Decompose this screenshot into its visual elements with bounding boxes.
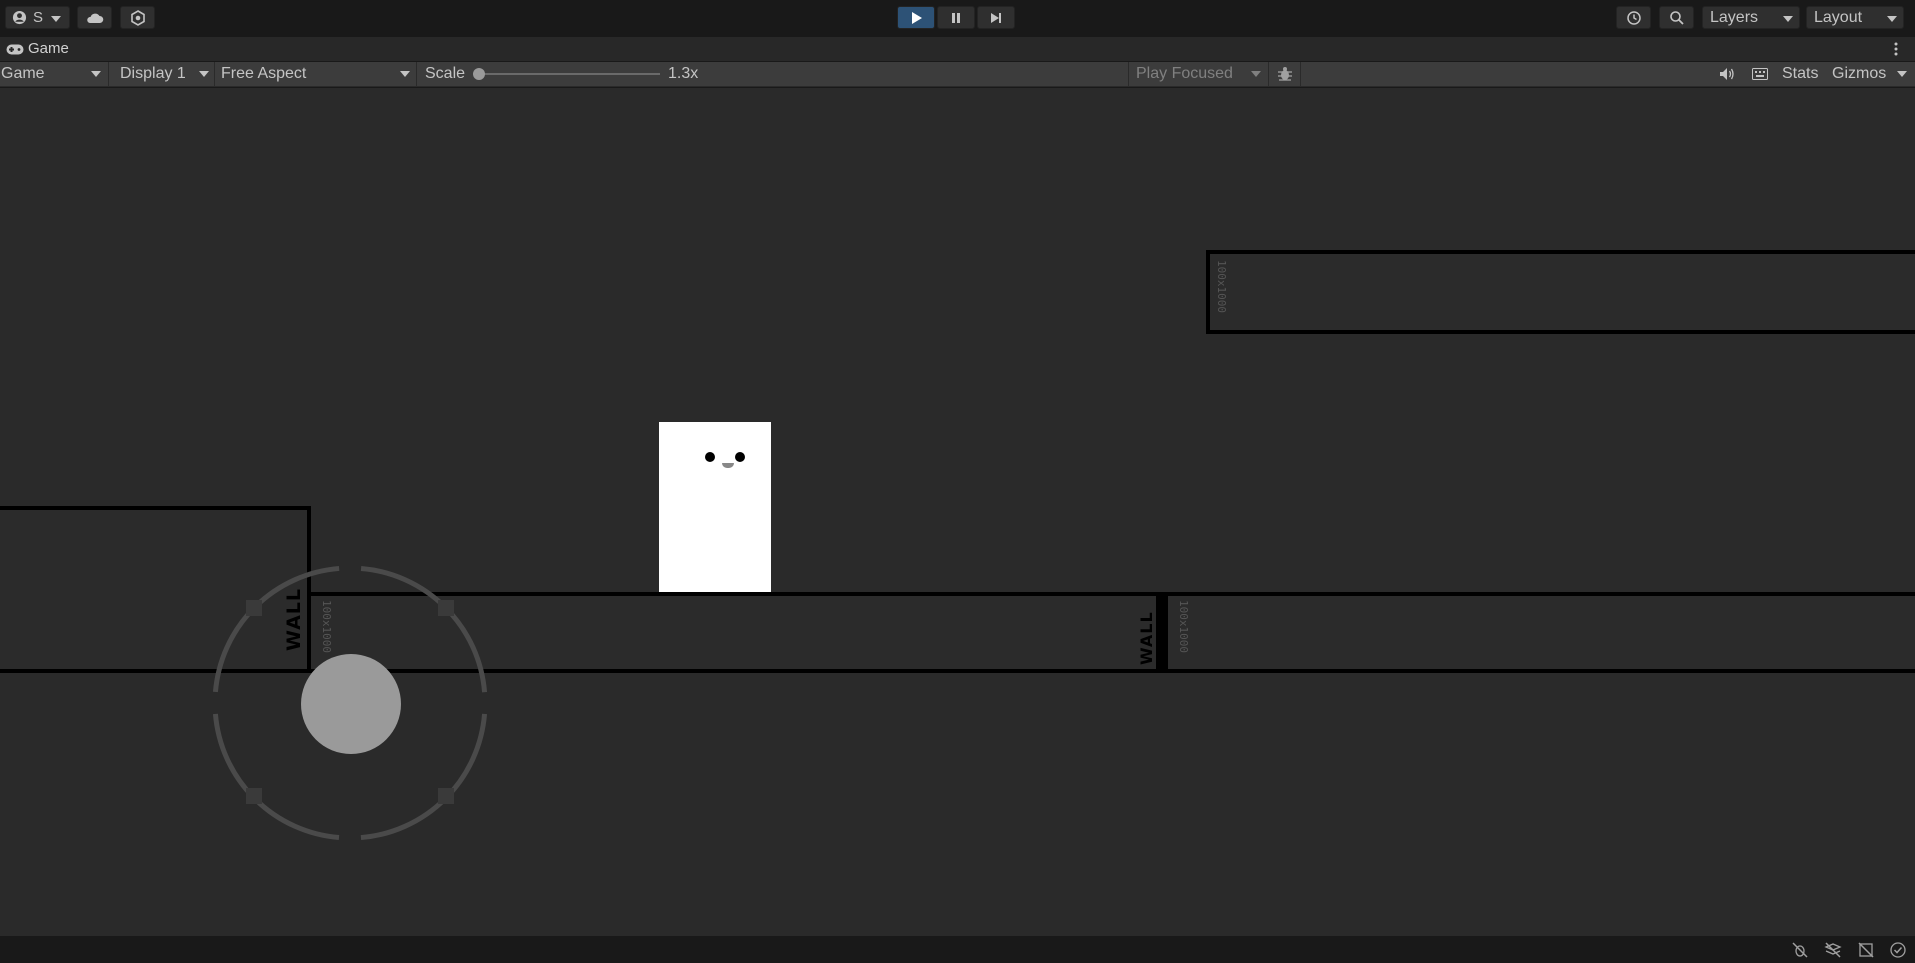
pause-button[interactable] — [937, 6, 975, 29]
chevron-down-icon — [199, 71, 209, 77]
cloud-icon — [86, 13, 103, 23]
scale-slider-handle[interactable] — [473, 68, 485, 80]
step-button[interactable] — [977, 6, 1015, 29]
play-button[interactable] — [897, 6, 935, 29]
play-focused-label: Play Focused — [1136, 65, 1233, 82]
chevron-down-icon — [91, 71, 101, 77]
play-focused-dropdown[interactable]: Play Focused — [1136, 62, 1264, 86]
pause-icon — [952, 12, 960, 23]
debug-off-icon[interactable] — [1791, 941, 1809, 959]
mode-label: Game — [1, 65, 45, 82]
visibility-off-icon[interactable] — [1857, 941, 1875, 959]
virtual-joystick[interactable] — [210, 563, 490, 843]
chevron-down-icon — [1783, 16, 1793, 22]
step-icon — [991, 12, 1001, 23]
gizmos-button[interactable]: Gizmos — [1832, 62, 1886, 86]
stats-button[interactable]: Stats — [1782, 62, 1818, 86]
game-view-toolbar: Game Display 1 Free Aspect Scale 1.3x Pl… — [0, 62, 1915, 87]
wall-divider — [1156, 592, 1168, 673]
layout-dropdown[interactable]: Layout — [1806, 6, 1904, 29]
account-dropdown[interactable]: S — [5, 6, 70, 29]
display-label: Display 1 — [120, 65, 186, 82]
cloud-button[interactable] — [77, 6, 112, 29]
history-icon — [1626, 10, 1641, 25]
layers-off-icon[interactable] — [1824, 941, 1842, 959]
chevron-down-icon — [51, 16, 61, 22]
scale-value: 1.3x — [668, 65, 699, 82]
more-options-icon[interactable] — [1893, 41, 1899, 57]
mode-dropdown[interactable]: Game — [1, 62, 106, 86]
layers-dropdown[interactable]: Layers — [1702, 6, 1800, 29]
scale-slider-track[interactable] — [475, 73, 660, 75]
game-tab-header: Game — [0, 37, 1915, 61]
upper-platform-tag: 100x1000 — [1215, 260, 1228, 313]
wall-label-middle: WALL — [1137, 611, 1156, 665]
ground-segment-2: 100x1000 — [1164, 592, 1915, 673]
account-icon — [12, 10, 27, 25]
chevron-down-icon — [1887, 16, 1897, 22]
upper-platform: 100x1000 — [1206, 250, 1915, 334]
services-button[interactable] — [120, 6, 155, 29]
gear-icon — [130, 9, 145, 26]
layout-label: Layout — [1814, 8, 1863, 26]
player-mouth — [722, 463, 734, 468]
ground-tag-2: 100x1000 — [1177, 600, 1190, 653]
tab-game[interactable]: Game — [28, 40, 69, 57]
aspect-label: Free Aspect — [221, 65, 307, 82]
check-circle-icon[interactable] — [1889, 941, 1907, 959]
status-bar — [0, 936, 1915, 963]
player-eye-right — [735, 452, 745, 462]
game-viewport[interactable]: 100x1000 100x1000 100x1000 WALL WALL — [0, 88, 1915, 936]
chevron-down-icon — [1251, 71, 1261, 77]
play-icon — [912, 11, 922, 24]
gamepad-icon — [6, 44, 24, 55]
chevron-down-icon — [400, 71, 410, 77]
main-toolbar: S Layers Layout — [0, 0, 1915, 36]
chevron-down-icon[interactable] — [1897, 71, 1907, 77]
history-button[interactable] — [1616, 6, 1651, 29]
speaker-icon[interactable] — [1719, 67, 1735, 81]
bug-icon[interactable] — [1277, 66, 1293, 82]
scale-label: Scale — [425, 65, 466, 82]
aspect-dropdown[interactable]: Free Aspect — [221, 62, 414, 86]
search-icon — [1669, 10, 1684, 25]
account-label: S — [33, 9, 44, 26]
display-dropdown[interactable]: Display 1 — [120, 62, 212, 86]
player-eye-left — [705, 452, 715, 462]
layers-label: Layers — [1710, 8, 1759, 26]
search-button[interactable] — [1659, 6, 1694, 29]
player-character — [659, 422, 771, 592]
keyboard-icon[interactable] — [1752, 68, 1768, 80]
